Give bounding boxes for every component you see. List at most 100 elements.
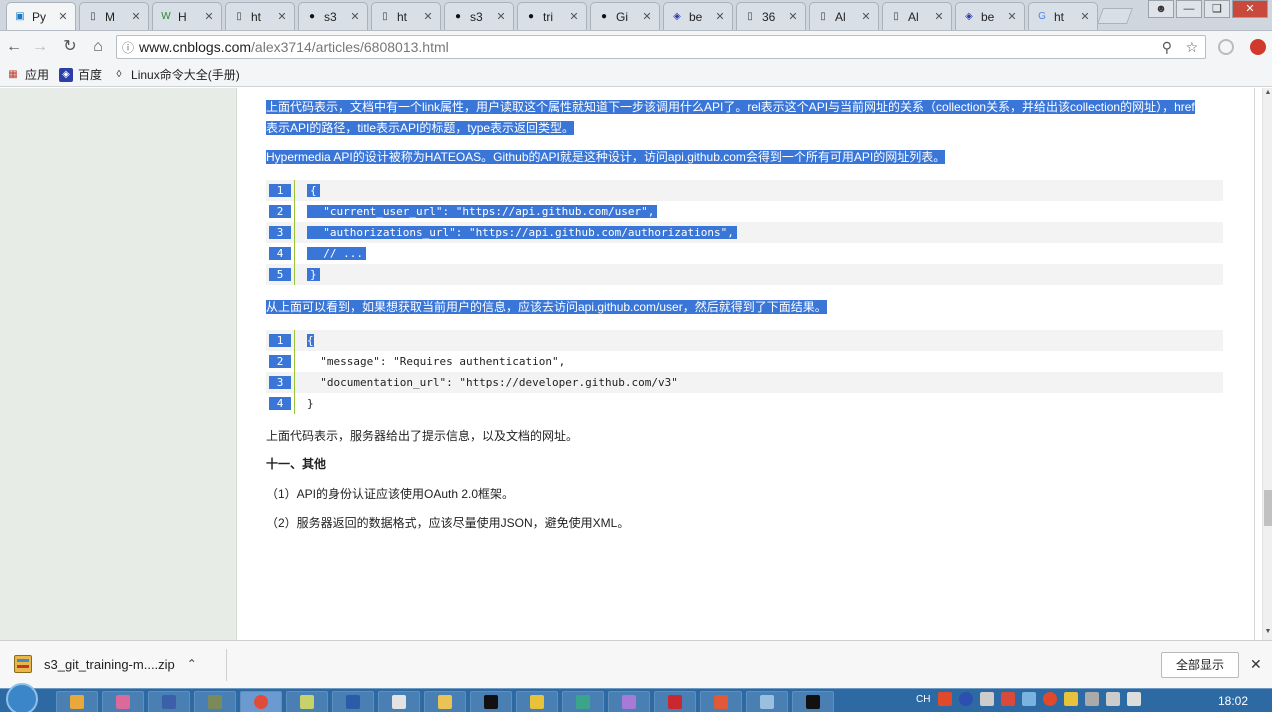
taskbar-app-8[interactable] [378,691,420,712]
code-line: 1{ [266,180,1223,201]
tray-icon[interactable] [1043,692,1058,706]
taskbar-app-15[interactable] [700,691,742,712]
taskbar-cmd[interactable] [470,691,512,712]
tab-1[interactable]: ▯ M ✕ [79,2,149,30]
tab-8[interactable]: ● Gi ✕ [590,2,660,30]
taskbar-app-12[interactable] [562,691,604,712]
taskbar-word[interactable] [332,691,374,712]
tab-4[interactable]: ● s3 ✕ [298,2,368,30]
chevron-up-icon[interactable]: ⌃ [187,657,197,671]
taskbar-app-2[interactable] [102,691,144,712]
tray-icon[interactable] [1022,692,1037,706]
taskbar-app-4[interactable] [194,691,236,712]
bookmark-star-icon[interactable]: ☆ [1186,39,1199,56]
tab-close-icon[interactable]: ✕ [714,10,726,23]
tab-5[interactable]: ▯ ht ✕ [371,2,441,30]
scrollbar-thumb[interactable] [1264,490,1272,526]
tab-close-icon[interactable]: ✕ [1079,10,1091,23]
tab-close-icon[interactable]: ✕ [276,10,288,23]
tab-close-icon[interactable]: ✕ [422,10,434,23]
extension-icon[interactable] [1218,39,1234,55]
tray-icon[interactable] [980,692,995,706]
taskbar-app-3[interactable] [148,691,190,712]
taskbar-app-16[interactable] [746,691,788,712]
pycharm-icon [806,695,820,709]
network-icon[interactable] [1106,692,1121,706]
new-tab-button[interactable] [1097,8,1133,24]
tab-close-icon[interactable]: ✕ [495,10,507,23]
home-icon[interactable]: ⌂ [88,37,108,57]
address-bar[interactable]: ⓘ www.cnblogs.com/alex3714/articles/6808… [116,35,1206,59]
reload-icon[interactable]: ↻ [60,37,80,57]
paragraph-line: 上面代码表示，文档中有一个link属性，用户读取这个属性就知道下一步该调用什么A… [266,100,1195,114]
code-line: 5} [266,264,1223,285]
tab-close-icon[interactable]: ✕ [57,10,69,23]
tray-icon[interactable] [1001,692,1016,706]
tray-icon[interactable] [1064,692,1079,706]
code-line: 4 // ... [266,243,1223,264]
tab-title: Py [32,9,47,24]
vertical-scrollbar[interactable]: ▲ ▼ [1262,88,1272,640]
taskbar-explorer[interactable] [424,691,466,712]
tab-title: be [689,9,703,24]
taskbar: CH 18:02 [0,683,1272,712]
user-icon[interactable]: ☻ [1148,0,1174,18]
tab-close-icon[interactable]: ✕ [641,10,653,23]
tab-close-icon[interactable]: ✕ [860,10,872,23]
tab-close-icon[interactable]: ✕ [130,10,142,23]
minimize-button[interactable]: — [1176,0,1202,18]
content-border [1254,88,1255,640]
tab-2[interactable]: W H ✕ [152,2,222,30]
taskbar-app-1[interactable] [56,691,98,712]
tab-close-icon[interactable]: ✕ [203,10,215,23]
tab-title: tri [543,9,553,24]
tab-0[interactable]: ▣ Py ✕ [6,2,76,30]
tab-close-icon[interactable]: ✕ [568,10,580,23]
code-line: 1{ [266,330,1223,351]
close-window-button[interactable]: ✕ [1232,0,1268,18]
help-icon[interactable] [959,692,974,706]
back-icon[interactable]: ← [4,37,24,57]
clock[interactable]: 18:02 [1218,694,1248,708]
zoom-icon[interactable]: ⚲ [1162,39,1172,56]
tab-11[interactable]: ▯ Al ✕ [809,2,879,30]
tab-close-icon[interactable]: ✕ [1006,10,1018,23]
start-button[interactable] [6,683,38,712]
input-language[interactable]: CH [916,694,930,705]
bookmark-apps[interactable]: ▦ 应用 [6,66,49,83]
restore-button[interactable]: ❑ [1204,0,1230,18]
tab-10[interactable]: ▯ 36 ✕ [736,2,806,30]
taskbar-notepad[interactable] [286,691,328,712]
scroll-down-icon[interactable]: ▼ [1264,628,1272,635]
tab-12[interactable]: ▯ Al ✕ [882,2,952,30]
show-all-downloads-button[interactable]: 全部显示 [1161,652,1239,678]
page-icon: ▯ [382,11,388,22]
tab-9[interactable]: ◈ be ✕ [663,2,733,30]
forward-icon[interactable]: → [30,37,50,57]
download-item[interactable]: s3_git_training-m....zip ⌃ [14,655,197,673]
taskbar-pycharm[interactable] [792,691,834,712]
tab-6[interactable]: ● s3 ✕ [444,2,514,30]
tray-icon[interactable] [938,692,953,706]
url-text[interactable]: www.cnblogs.com/alex3714/articles/680801… [139,39,1155,55]
taskbar-app-11[interactable] [516,691,558,712]
scroll-up-icon[interactable]: ▲ [1264,89,1272,96]
close-icon[interactable]: ✕ [1250,656,1262,673]
tab-close-icon[interactable]: ✕ [349,10,361,23]
bookmark-baidu[interactable]: ◈ 百度 [59,66,102,83]
tab-13[interactable]: ◈ be ✕ [955,2,1025,30]
tab-14[interactable]: Ght ✕ [1028,2,1098,30]
tab-close-icon[interactable]: ✕ [787,10,799,23]
tab-7[interactable]: ● tri ✕ [517,2,587,30]
tray-icon[interactable] [1085,692,1100,706]
taskbar-chrome[interactable] [240,691,282,712]
extension-red-icon[interactable] [1250,39,1266,55]
taskbar-app-13[interactable] [608,691,650,712]
taskbar-app-14[interactable] [654,691,696,712]
info-icon[interactable]: ⓘ [117,39,139,56]
volume-icon[interactable] [1127,692,1142,706]
bookmark-linux[interactable]: ◊ Linux命令大全(手册) [112,66,240,83]
browser-toolbar: ← → ↻ ⌂ ⓘ www.cnblogs.com/alex3714/artic… [0,31,1272,63]
tab-close-icon[interactable]: ✕ [933,10,945,23]
tab-3[interactable]: ▯ ht ✕ [225,2,295,30]
